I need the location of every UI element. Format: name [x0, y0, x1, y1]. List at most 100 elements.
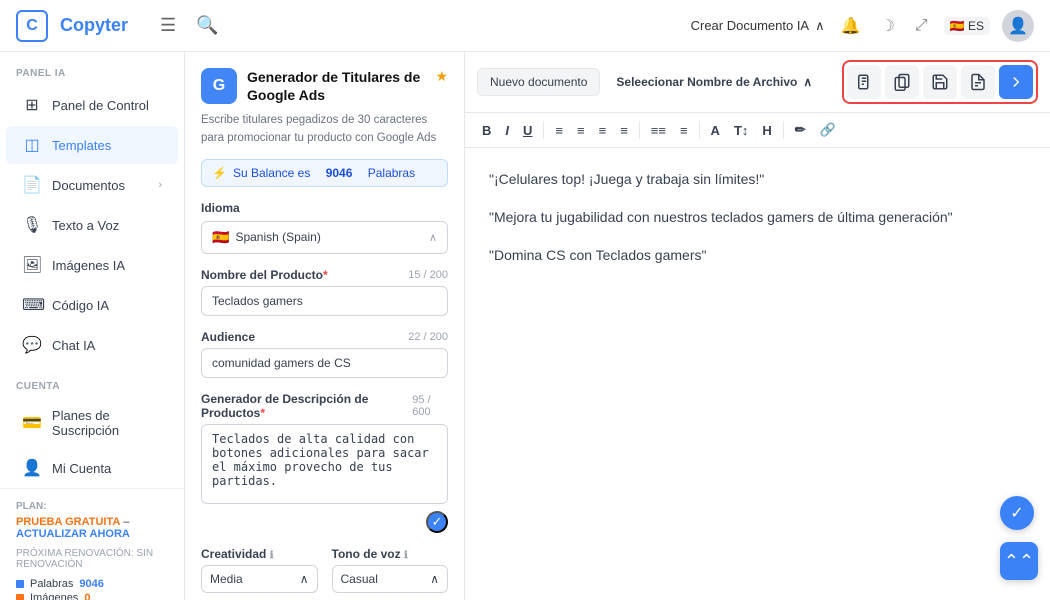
- toolbar-pen[interactable]: ✏: [790, 119, 811, 141]
- sidebar-section-account: CUENTA: [0, 365, 184, 398]
- float-scroll-up-button[interactable]: ⌃⌃: [1000, 542, 1038, 580]
- plan-links: PRUEBA GRATUITA – ACTUALIZAR AHORA: [16, 516, 168, 540]
- language-badge[interactable]: 🇪🇸 ES: [944, 17, 990, 35]
- plan-free-link[interactable]: PRUEBA GRATUITA: [16, 516, 120, 528]
- plan-upgrade-link[interactable]: ACTUALIZAR AHORA: [16, 528, 130, 540]
- star-icon[interactable]: ★: [435, 68, 448, 85]
- generator-title: Generador de Titulares de Google Ads: [247, 68, 425, 104]
- sidebar-section-panel: PANEL IA: [0, 52, 184, 85]
- editor-topbar: Nuevo documento Seleecionar Nombre de Ar…: [465, 52, 1050, 113]
- toolbar-font-color[interactable]: A: [706, 120, 725, 141]
- toolbar-align-center[interactable]: ≡: [572, 120, 590, 141]
- toolbar-link[interactable]: 🔗: [815, 119, 841, 141]
- toolbar-bold[interactable]: B: [477, 120, 496, 141]
- credit-palabras: Palabras 9046: [16, 578, 168, 590]
- creativity-col: Creatividad ℹ Media ∧: [201, 547, 318, 593]
- toolbar-italic[interactable]: I: [500, 120, 514, 141]
- moon-icon[interactable]: ☽: [877, 12, 899, 40]
- sidebar-item-planes[interactable]: 💳 Planes de Suscripción: [6, 399, 178, 447]
- file-name-select[interactable]: Seleecionar Nombre de Archivo ∧: [616, 75, 812, 89]
- form-panel: G Generador de Titulares de Google Ads ★…: [185, 52, 465, 600]
- sidebar-item-imagenes[interactable]: 🖼 Imágenes IA: [6, 246, 178, 284]
- chevron-up-icon: ∧: [803, 75, 812, 89]
- generator-desc: Escribe titulares pegadizos de 30 caract…: [201, 112, 448, 147]
- sidebar-item-texto-a-voz[interactable]: 🎙 Texto a Voz: [6, 206, 178, 244]
- creatividad-select[interactable]: Media ∧: [201, 565, 318, 593]
- audience-input[interactable]: [201, 348, 448, 378]
- chevron-down-icon: ∧: [300, 572, 309, 586]
- sidebar-item-cuenta[interactable]: 👤 Mi Cuenta: [6, 449, 178, 487]
- credit-imagenes: Imágenes 0: [16, 592, 168, 600]
- credit-imagenes-dot: [16, 594, 24, 600]
- generator-icon: G: [201, 68, 237, 104]
- user-icon: 👤: [22, 458, 42, 478]
- tono-label: Tono de voz ℹ: [332, 547, 449, 561]
- sidebar-item-codigo[interactable]: ⌨ Código IA: [6, 286, 178, 324]
- toolbar-underline[interactable]: U: [518, 120, 537, 141]
- sidebar-item-documentos[interactable]: 📄 Documentos ›: [6, 166, 178, 204]
- logo-icon: C: [16, 10, 48, 42]
- float-check-button[interactable]: ✓: [1000, 496, 1034, 530]
- idioma-select[interactable]: 🇪🇸 Spanish (Spain) ∧: [201, 221, 448, 254]
- descripcion-textarea[interactable]: Teclados de alta calidad con botones adi…: [201, 424, 448, 504]
- producto-input[interactable]: [201, 286, 448, 316]
- toolbar-heading[interactable]: H: [757, 120, 776, 141]
- sidebar-item-templates[interactable]: ◫ Templates: [6, 126, 178, 164]
- toolbar-align-left[interactable]: ≡: [550, 120, 568, 141]
- sidebar: PANEL IA ⊞ Panel de Control ◫ Templates …: [0, 52, 185, 600]
- textarea-footer: ✓: [201, 511, 448, 533]
- creatividad-label: Creatividad ℹ: [201, 547, 318, 561]
- toolbar-divider2: [639, 121, 640, 139]
- create-doc-button[interactable]: Crear Documento IA ∧: [691, 18, 825, 34]
- toolbar-ordered-list[interactable]: ≡≡: [646, 120, 671, 141]
- tono-col: Tono de voz ℹ Casual ∧: [332, 547, 449, 593]
- main-layout: PANEL IA ⊞ Panel de Control ◫ Templates …: [0, 52, 1050, 600]
- descripcion-label-row: Generador de Descripción de Productos* 9…: [201, 392, 448, 420]
- generator-header: G Generador de Titulares de Google Ads ★: [201, 68, 448, 104]
- content-line-2: "Mejora tu jugabilidad con nuestros tecl…: [489, 206, 1026, 230]
- action-copy-button[interactable]: [885, 65, 919, 99]
- sidebar-item-chat[interactable]: 💬 Chat IA: [6, 326, 178, 364]
- creativity-row: Creatividad ℹ Media ∧ Tono de voz ℹ Casu…: [201, 547, 448, 593]
- action-new-doc-button[interactable]: [847, 65, 881, 99]
- toolbar-font-size[interactable]: T↕: [729, 120, 753, 141]
- action-send-button[interactable]: [999, 65, 1033, 99]
- action-export-button[interactable]: [961, 65, 995, 99]
- code-icon: ⌨: [22, 295, 42, 315]
- editor-toolbar: B I U ≡ ≡ ≡ ≡ ≡≡ ≡ A T↕ H ✏: [465, 113, 1050, 148]
- doc-name-button[interactable]: Nuevo documento: [477, 68, 600, 96]
- audience-count: 22 / 200: [408, 331, 448, 343]
- menu-icon[interactable]: ☰: [156, 11, 180, 40]
- toolbar-justify[interactable]: ≡: [615, 120, 633, 141]
- idioma-label: Idioma: [201, 201, 448, 215]
- audience-label: Audience: [201, 330, 255, 344]
- producto-label-row: Nombre del Producto* 15 / 200: [201, 268, 448, 282]
- card-icon: 💳: [22, 413, 42, 433]
- expand-icon[interactable]: ⤢: [911, 13, 932, 39]
- content-line-3: "Domina CS con Teclados gamers": [489, 244, 1026, 268]
- avatar[interactable]: 👤: [1002, 10, 1034, 42]
- sidebar-footer: PLAN: PRUEBA GRATUITA – ACTUALIZAR AHORA…: [0, 488, 184, 600]
- sidebar-item-panel[interactable]: ⊞ Panel de Control: [6, 86, 178, 124]
- toolbar-divider4: [783, 121, 784, 139]
- toolbar-divider3: [699, 121, 700, 139]
- chevron-down-icon: ∧: [430, 572, 439, 586]
- search-icon[interactable]: 🔍: [192, 11, 222, 40]
- bolt-icon: ⚡: [212, 166, 227, 180]
- mic-icon: 🎙: [22, 215, 42, 235]
- plan-label: PLAN:: [16, 501, 168, 512]
- editor-content[interactable]: "¡Celulares top! ¡Juega y trabaja sin lí…: [465, 148, 1050, 600]
- toolbar-align-right[interactable]: ≡: [594, 120, 612, 141]
- editor-wrapper: Nuevo documento Seleecionar Nombre de Ar…: [465, 52, 1050, 600]
- toolbar-unordered-list[interactable]: ≡: [675, 120, 693, 141]
- navbar: C Copyter ☰ 🔍 Crear Documento IA ∧ 🔔 ☽ ⤢…: [0, 0, 1050, 52]
- topbar-actions: [842, 60, 1038, 104]
- confirm-button[interactable]: ✓: [426, 511, 448, 533]
- action-save-button[interactable]: [923, 65, 957, 99]
- content-line-1: "¡Celulares top! ¡Juega y trabaja sin lí…: [489, 168, 1026, 192]
- bell-icon[interactable]: 🔔: [837, 12, 865, 40]
- tono-select[interactable]: Casual ∧: [332, 565, 449, 593]
- producto-label: Nombre del Producto*: [201, 268, 328, 282]
- plan-renewal: PRÓXIMA RENOVACIÓN: SIN RENOVACIÓN: [16, 548, 168, 570]
- template-icon: ◫: [22, 135, 42, 155]
